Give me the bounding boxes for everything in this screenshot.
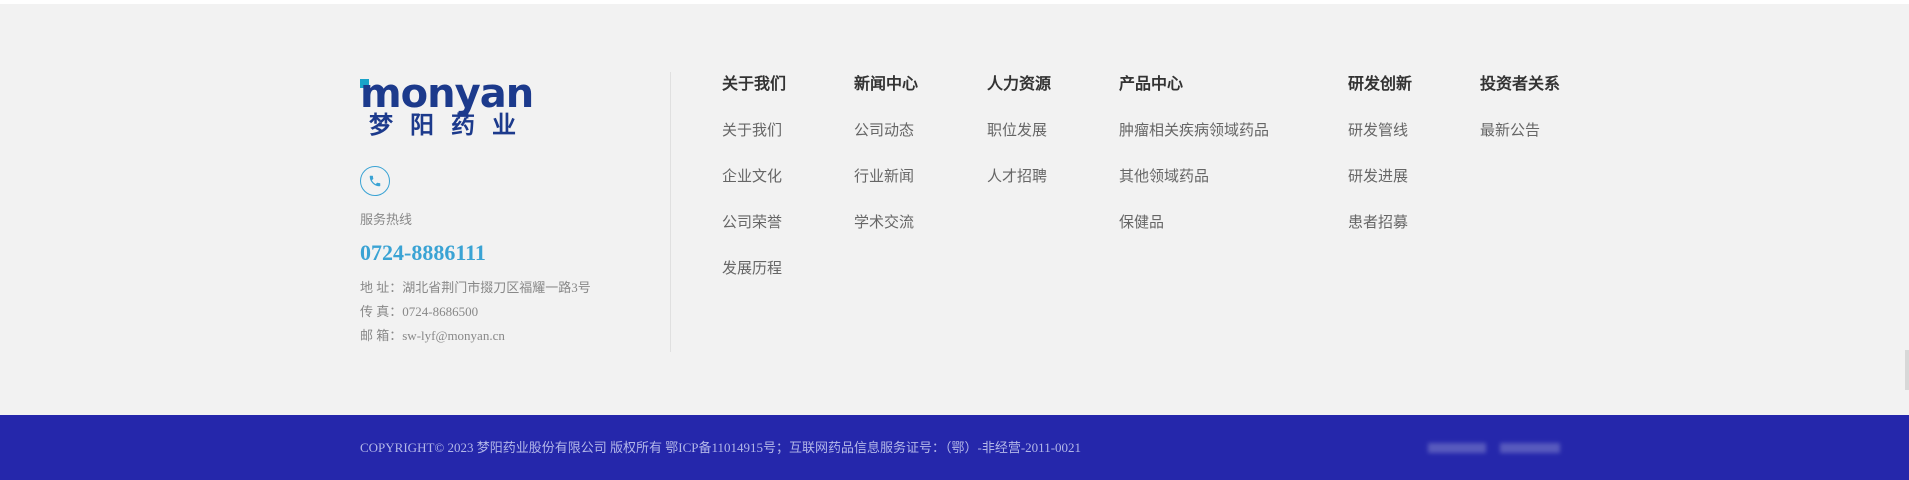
nav-link-academic[interactable]: 学术交流 xyxy=(854,212,918,258)
footer-contact-column: monyan 梦阳药业 服务热线 0724-8886111 地 址：湖北省荆门市… xyxy=(360,72,671,352)
email-text: 邮 箱：sw-lyf@monyan.cn xyxy=(360,328,505,343)
company-logo[interactable]: monyan 梦阳药业 xyxy=(360,72,550,142)
nav-column-about: 关于我们 关于我们 企业文化 公司荣誉 发展历程 xyxy=(722,74,786,304)
nav-link-industry-news[interactable]: 行业新闻 xyxy=(854,166,918,212)
nav-link-pipeline[interactable]: 研发管线 xyxy=(1348,120,1412,166)
blurred-badge xyxy=(1500,443,1560,453)
hotline-number: 0724-8886111 xyxy=(360,240,486,265)
nav-link-history[interactable]: 发展历程 xyxy=(722,258,786,304)
nav-column-products: 产品中心 肿瘤相关疾病领域药品 其他领域药品 保健品 xyxy=(1119,74,1269,258)
copyright-bar: COPYRIGHT© 2023 梦阳药业股份有限公司 版权所有 鄂ICP备110… xyxy=(0,415,1909,480)
nav-link-health-products[interactable]: 保健品 xyxy=(1119,212,1269,258)
nav-link-progress[interactable]: 研发进展 xyxy=(1348,166,1412,212)
address-text: 地 址：湖北省荆门市掇刀区福耀一路3号 xyxy=(360,280,591,295)
nav-title-investors[interactable]: 投资者关系 xyxy=(1480,74,1560,96)
blurred-badge xyxy=(1428,443,1486,453)
nav-link-about-us[interactable]: 关于我们 xyxy=(722,120,786,166)
nav-title-rd[interactable]: 研发创新 xyxy=(1348,74,1412,96)
nav-link-culture[interactable]: 企业文化 xyxy=(722,166,786,212)
nav-link-honors[interactable]: 公司荣誉 xyxy=(722,212,786,258)
nav-link-oncology[interactable]: 肿瘤相关疾病领域药品 xyxy=(1119,120,1269,166)
nav-title-about[interactable]: 关于我们 xyxy=(722,74,786,96)
nav-link-recruit[interactable]: 人才招聘 xyxy=(987,166,1051,212)
fax-text: 传 真：0724-8686500 xyxy=(360,304,479,319)
nav-link-patient-recruit[interactable]: 患者招募 xyxy=(1348,212,1412,258)
nav-link-other-drugs[interactable]: 其他领域药品 xyxy=(1119,166,1269,212)
nav-column-news: 新闻中心 公司动态 行业新闻 学术交流 xyxy=(854,74,918,258)
nav-title-products[interactable]: 产品中心 xyxy=(1119,74,1269,96)
scrollbar-handle[interactable] xyxy=(1905,350,1909,390)
hotline-label: 服务热线 xyxy=(360,212,413,227)
nav-link-company-news[interactable]: 公司动态 xyxy=(854,120,918,166)
logo-chinese-name: 梦阳药业 xyxy=(369,111,533,139)
copyright-text: COPYRIGHT© 2023 梦阳药业股份有限公司 版权所有 鄂ICP备110… xyxy=(360,440,1082,455)
nav-title-hr[interactable]: 人力资源 xyxy=(987,74,1051,96)
nav-title-news[interactable]: 新闻中心 xyxy=(854,74,918,96)
footer-main: monyan 梦阳药业 服务热线 0724-8886111 地 址：湖北省荆门市… xyxy=(0,4,1909,415)
nav-column-rd: 研发创新 研发管线 研发进展 患者招募 xyxy=(1348,74,1412,258)
nav-link-career[interactable]: 职位发展 xyxy=(987,120,1051,166)
nav-link-announcements[interactable]: 最新公告 xyxy=(1480,120,1560,166)
phone-icon xyxy=(360,166,390,196)
nav-column-hr: 人力资源 职位发展 人才招聘 xyxy=(987,74,1051,212)
nav-column-investors: 投资者关系 最新公告 xyxy=(1480,74,1560,166)
